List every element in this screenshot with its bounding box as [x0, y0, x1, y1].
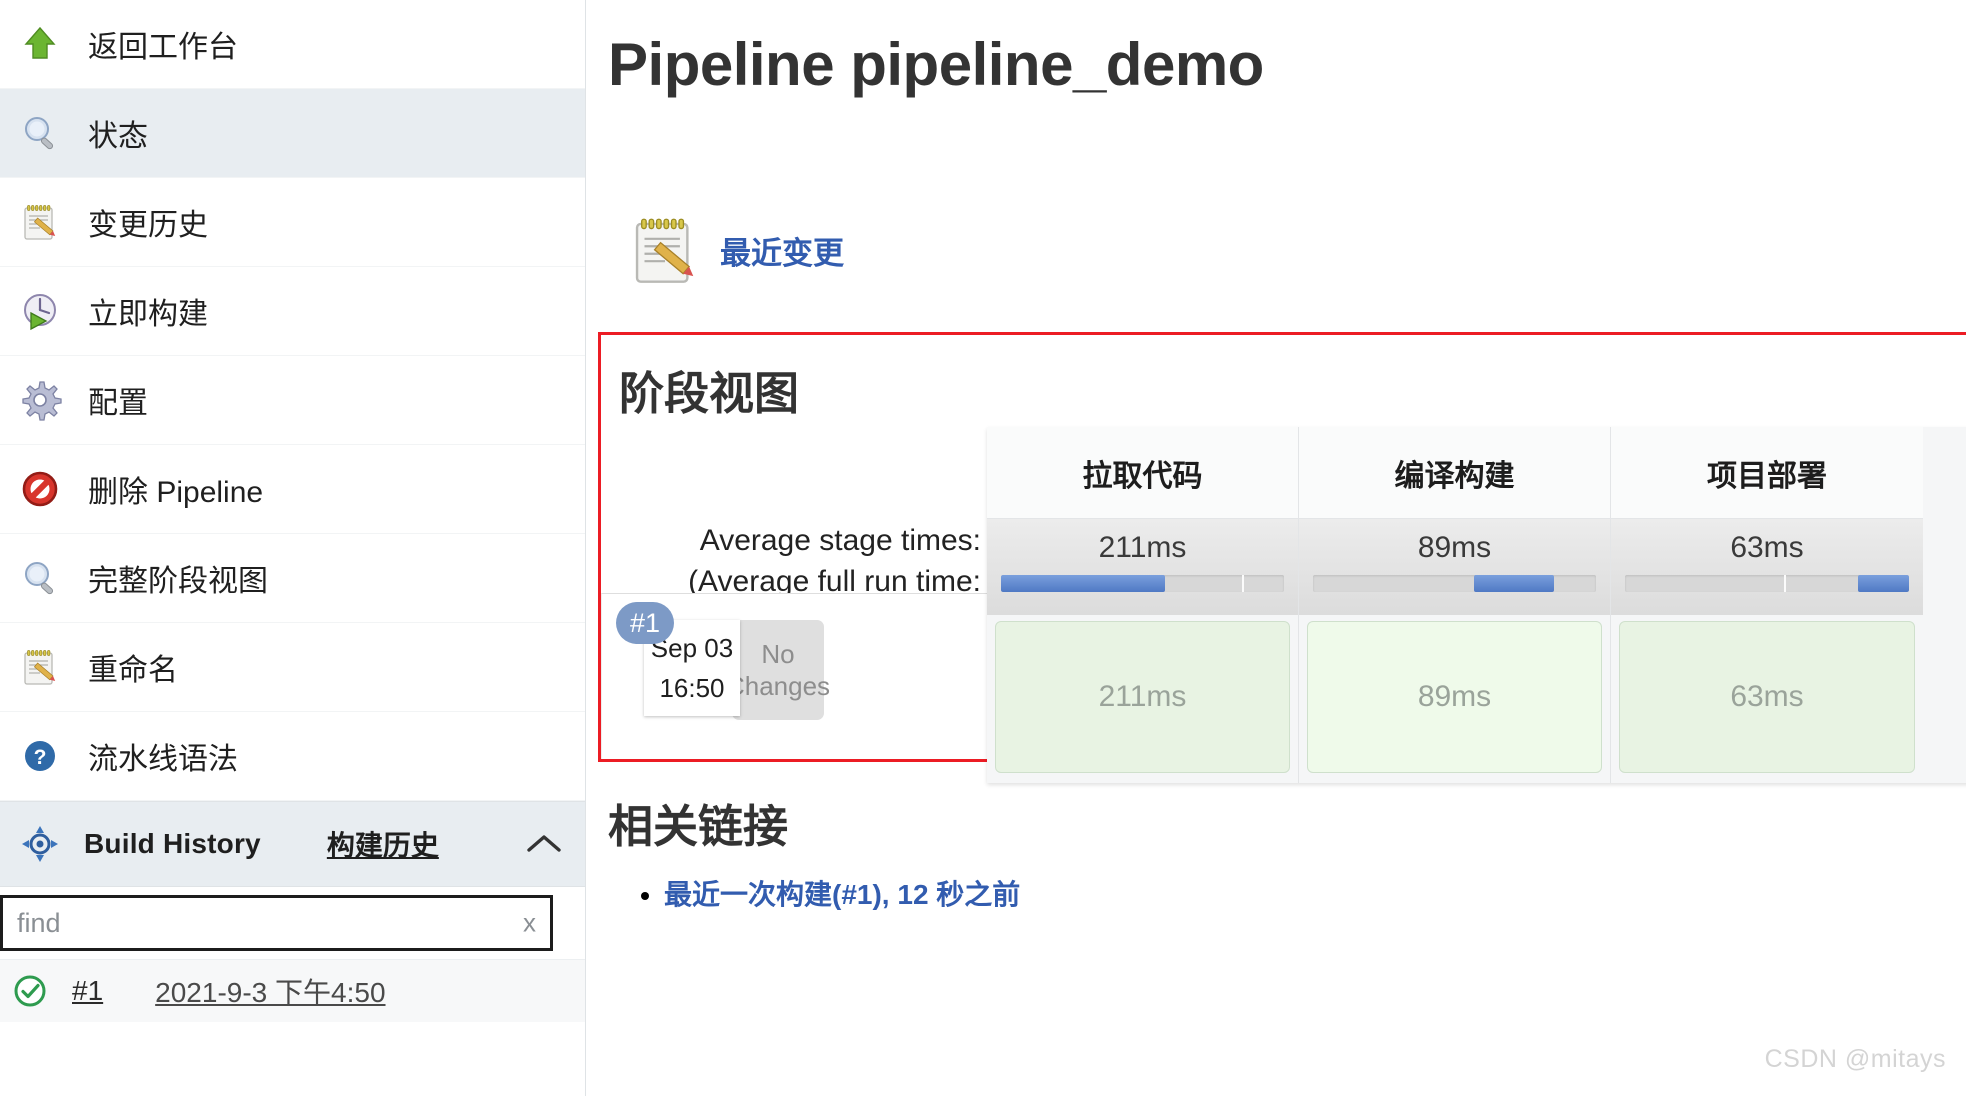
- stage-duration-bar-fill: [1001, 575, 1165, 592]
- build-history-header[interactable]: Build History 构建历史: [0, 801, 585, 887]
- bar-tick: [1242, 575, 1244, 592]
- page-title: Pipeline pipeline_demo: [608, 30, 1966, 99]
- sidebar-item-9[interactable]: ? 流水线语法: [0, 712, 585, 801]
- stage-table: 拉取代码 211ms 211ms 编译构建 89ms 89ms 项目部署 63m…: [987, 427, 1966, 783]
- sidebar-item-label: 重命名: [88, 645, 178, 689]
- stage-duration-bar: [1313, 575, 1596, 592]
- related-link-suffix: (#1), 12 秒之前: [832, 879, 1020, 910]
- sidebar-item-4[interactable]: 立即构建: [0, 267, 585, 356]
- stage-cell-wrap: 89ms: [1299, 615, 1610, 783]
- sidebar: 返回工作台状态 变更历史立即构建配置删除 Pipeline 完整阶段视图: [0, 0, 586, 1096]
- bar-tick: [1784, 575, 1786, 592]
- help-icon: ?: [18, 734, 62, 778]
- stage-duration-bar-fill: [1474, 575, 1553, 592]
- notepad-pencil-icon: [18, 645, 62, 689]
- average-stage-times-line1: Average stage times:: [641, 521, 981, 562]
- build-time-link[interactable]: 2021-9-3 下午4:50: [155, 971, 385, 1011]
- build-time: 16:50: [659, 673, 724, 704]
- stage-average-cell: 89ms: [1299, 519, 1610, 615]
- sidebar-item-5[interactable]: 配置: [0, 356, 585, 445]
- stage-run-cell[interactable]: 89ms: [1307, 621, 1602, 773]
- sidebar-item-7[interactable]: 完整阶段视图: [0, 534, 585, 623]
- recent-changes-label[interactable]: 最近变更: [720, 228, 844, 273]
- sidebar-item-2[interactable]: 状态: [0, 89, 585, 178]
- related-links-list: 最近一次构建(#1), 12 秒之前: [608, 873, 1020, 913]
- stage-cell-wrap: 63ms: [1611, 615, 1923, 783]
- build-no-changes-box[interactable]: No Changes: [732, 620, 824, 720]
- main-content: Pipeline pipeline_demo: [586, 0, 1966, 1096]
- related-link[interactable]: 最近一次构建(#1), 12 秒之前: [664, 879, 1020, 910]
- stage-cell-wrap: 211ms: [987, 615, 1298, 783]
- stage-average-value: 211ms: [1099, 531, 1187, 565]
- sidebar-item-label: 流水线语法: [88, 734, 238, 778]
- sidebar-task-list: 返回工作台状态 变更历史立即构建配置删除 Pipeline 完整阶段视图: [0, 0, 585, 801]
- related-links-section: 相关链接 最近一次构建(#1), 12 秒之前: [608, 790, 1020, 913]
- build-history-title: Build History: [84, 828, 261, 860]
- recent-changes-link[interactable]: 最近变更: [624, 209, 1966, 291]
- stage-duration-bar: [1625, 575, 1909, 592]
- no-changes-line2: Changes: [726, 670, 830, 703]
- stage-average-cell: 211ms: [987, 519, 1298, 615]
- sidebar-item-6[interactable]: 删除 Pipeline: [0, 445, 585, 534]
- stage-average-value: 89ms: [1418, 531, 1491, 565]
- build-number-badge[interactable]: #1: [616, 602, 674, 644]
- stage-header[interactable]: 拉取代码: [987, 427, 1298, 519]
- stage-duration-bar: [1001, 575, 1284, 592]
- magnifier-icon: [18, 111, 62, 155]
- magnifier-icon: [18, 556, 62, 600]
- stage-run-cell[interactable]: 211ms: [995, 621, 1290, 773]
- gear-icon: [18, 378, 62, 422]
- sidebar-item-label: 配置: [88, 378, 148, 422]
- build-status-success-icon: [10, 971, 50, 1011]
- sidebar-item-1[interactable]: 返回工作台: [0, 0, 585, 89]
- sidebar-item-label: 删除 Pipeline: [88, 467, 263, 511]
- jenkins-pipeline-page: 返回工作台状态 变更历史立即构建配置删除 Pipeline 完整阶段视图: [0, 0, 1966, 1096]
- related-link-text: 最近一次构建: [664, 879, 832, 910]
- sidebar-item-label: 返回工作台: [88, 22, 238, 66]
- sidebar-item-3[interactable]: 变更历史: [0, 178, 585, 267]
- clock-play-icon: [18, 289, 62, 333]
- svg-text:?: ?: [34, 746, 47, 769]
- chevron-up-icon[interactable]: [525, 827, 563, 861]
- watermark: CSDN @mitays: [1765, 1045, 1946, 1074]
- sidebar-item-label: 变更历史: [88, 200, 208, 244]
- stage-average-cell: 63ms: [1611, 519, 1923, 615]
- notepad-pencil-icon: [18, 200, 62, 244]
- stage-run-cell[interactable]: 63ms: [1619, 621, 1915, 773]
- build-history-find-wrap: x: [0, 887, 585, 960]
- related-link-item: 最近一次构建(#1), 12 秒之前: [664, 873, 1020, 913]
- stage-duration-bar-fill: [1858, 575, 1909, 592]
- stage-average-value: 63ms: [1730, 531, 1803, 565]
- build-history-row[interactable]: #1 2021-9-3 下午4:50: [0, 960, 585, 1022]
- related-links-title: 相关链接: [608, 790, 1020, 855]
- no-changes-line1: No: [761, 638, 794, 671]
- find-box[interactable]: x: [0, 895, 553, 951]
- stage-column: 编译构建 89ms 89ms: [1299, 427, 1611, 783]
- clear-find-icon[interactable]: x: [523, 908, 536, 939]
- up-arrow-icon: [18, 22, 62, 66]
- stage-view-highlight-box: 阶段视图 Average stage times: (Average full …: [598, 332, 1966, 762]
- stage-header[interactable]: 项目部署: [1611, 427, 1923, 519]
- build-number-link[interactable]: #1: [72, 975, 103, 1007]
- build-row: #1 Sep 03 16:50 No Changes: [601, 593, 987, 759]
- stage-column: 拉取代码 211ms 211ms: [987, 427, 1299, 783]
- build-history-link[interactable]: 构建历史: [327, 824, 439, 864]
- find-input[interactable]: [3, 898, 550, 948]
- build-history-icon: [18, 822, 62, 866]
- stage-view-title: 阶段视图: [619, 357, 1966, 422]
- sidebar-item-label: 立即构建: [88, 289, 208, 333]
- no-entry-icon: [18, 467, 62, 511]
- sidebar-item-label: 状态: [88, 111, 148, 155]
- stage-header[interactable]: 编译构建: [1299, 427, 1610, 519]
- stage-column: 项目部署 63ms 63ms: [1611, 427, 1923, 783]
- sidebar-item-8[interactable]: 重命名: [0, 623, 585, 712]
- notepad-pencil-icon: [624, 209, 706, 291]
- build-history-rows: #1 2021-9-3 下午4:50: [0, 960, 585, 1022]
- sidebar-item-label: 完整阶段视图: [88, 556, 268, 600]
